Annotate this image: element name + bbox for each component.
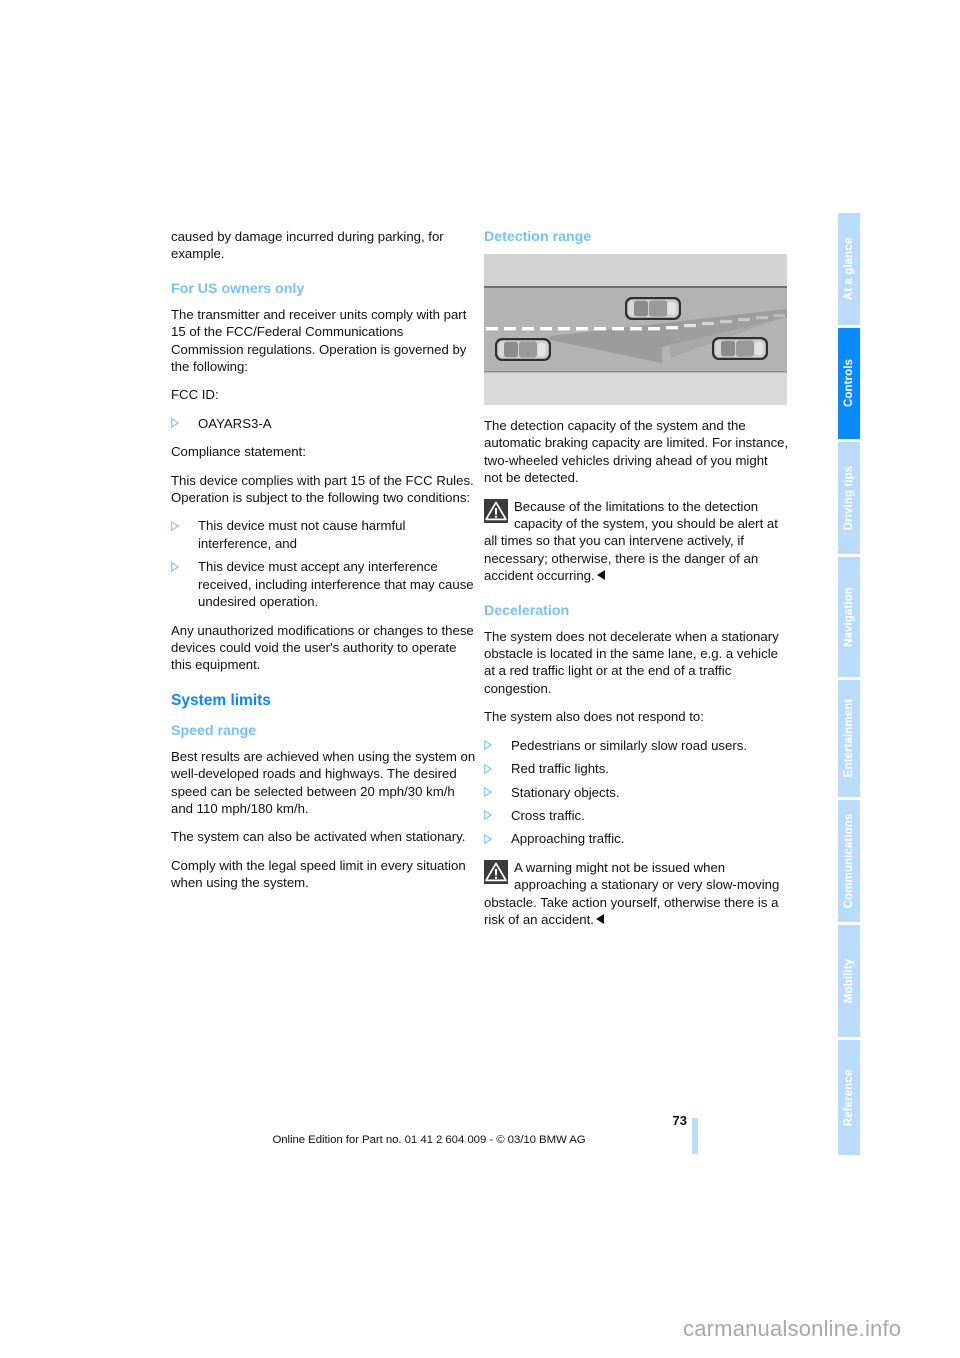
right-text-column: Detection range The detection capacity o… [484, 228, 789, 939]
warning-note-2: A warning might not be issued when appro… [484, 859, 789, 929]
sidebar-tab-label: Entertainment [843, 699, 855, 778]
sidebar-tab-controls[interactable]: Controls [838, 327, 860, 440]
list-item: This device must accept any interference… [171, 558, 476, 610]
list-item-label: This device must not cause harmful inter… [198, 518, 406, 551]
list-item: Pedestrians or similarly slow road users… [484, 737, 789, 754]
sidebar-tab-label: Controls [843, 359, 855, 408]
sidebar-tab-navigation[interactable]: Navigation [838, 556, 860, 677]
triangle-bullet-icon [171, 561, 179, 572]
note-end-marker [596, 570, 605, 581]
sidebar-tab-driving-tips[interactable]: Driving tips [838, 442, 860, 554]
vehicle-left [495, 338, 551, 361]
us-owners-paragraph: The transmitter and receiver units compl… [171, 306, 467, 375]
list-item-label: This device must accept any interference… [198, 559, 474, 610]
list-item: Approaching traffic. [484, 830, 789, 847]
deceleration-paragraph-1: The system does not decelerate when a st… [484, 628, 779, 696]
list-item-label: Cross traffic. [511, 807, 585, 823]
conditions-list: This device must not cause harmful inter… [171, 517, 476, 610]
heading-system-limits: System limits [171, 691, 271, 709]
list-item: OAYARS3-A [171, 415, 476, 432]
chapter-sidebar: At a glance Controls Driving tips Naviga… [838, 213, 860, 1158]
deceleration-paragraph-2: The system also does not respond to: [484, 709, 704, 725]
intro-paragraph: caused by damage incurred during parking… [171, 229, 444, 262]
warning-note-text: A warning might not be issued when appro… [484, 859, 780, 927]
sidebar-tab-at-a-glance[interactable]: At a glance [838, 213, 860, 325]
manual-page: At a glance Controls Driving tips Naviga… [0, 0, 960, 1358]
sidebar-tab-communications[interactable]: Communications [838, 800, 860, 922]
warning-triangle-icon [484, 859, 508, 884]
triangle-bullet-icon [484, 810, 492, 821]
list-item-label: Stationary objects. [511, 784, 620, 800]
vehicle-right [712, 337, 768, 360]
unauthorized-modifications-paragraph: Any unauthorized modifications or change… [171, 622, 474, 673]
left-text-column: caused by damage incurred during parking… [171, 228, 476, 903]
speed-range-paragraph-2: The system can also be activated when st… [171, 829, 466, 845]
list-item-label: Pedestrians or similarly slow road users… [511, 737, 747, 753]
sidebar-tab-label: At a glance [843, 237, 855, 301]
list-item-label: OAYARS3-A [198, 415, 272, 431]
triangle-bullet-icon [484, 787, 492, 797]
warning-note-text: Because of the limitations to the detect… [484, 498, 778, 584]
sidebar-tab-label: Communications [843, 813, 855, 909]
fcc-id-list: OAYARS3-A [171, 415, 476, 432]
sidebar-tab-mobility[interactable]: Mobility [838, 924, 860, 1038]
triangle-bullet-icon [171, 418, 179, 429]
list-item: Cross traffic. [484, 807, 789, 824]
compliance-paragraph: This device complies with part 15 of the… [171, 472, 474, 506]
warning-triangle-icon [484, 498, 508, 523]
no-response-list: Pedestrians or similarly slow road users… [484, 737, 789, 848]
site-watermark: carmanualsonline.info [683, 1316, 902, 1341]
fcc-id-label: FCC ID: [171, 387, 219, 403]
sidebar-tab-entertainment[interactable]: Entertainment [838, 679, 860, 798]
heading-speed-range: Speed range [171, 722, 257, 739]
triangle-bullet-icon [484, 740, 492, 751]
speed-range-paragraph-3: Comply with the legal speed limit in eve… [171, 857, 466, 891]
list-item: Stationary objects. [484, 784, 789, 801]
heading-deceleration: Deceleration [484, 602, 570, 619]
sidebar-tab-label: Reference [843, 1069, 855, 1126]
sidebar-tab-reference[interactable]: Reference [838, 1040, 860, 1156]
note-end-marker [595, 913, 604, 924]
triangle-bullet-icon [171, 520, 179, 531]
page-number: 73 [672, 1113, 687, 1128]
list-item: This device must not cause harmful inter… [171, 517, 476, 552]
list-item-label: Approaching traffic. [511, 831, 625, 847]
imprint-line: Online Edition for Part no. 01 41 2 604 … [272, 1134, 586, 1146]
speed-range-paragraph-1: Best results are achieved when using the… [171, 748, 476, 816]
vehicle-center [625, 297, 681, 320]
warning-note-1: Because of the limitations to the detect… [484, 498, 789, 585]
compliance-statement-label: Compliance statement: [171, 444, 306, 460]
detection-range-figure [484, 254, 787, 405]
list-item: Red traffic lights. [484, 760, 789, 777]
sidebar-tab-label: Navigation [843, 586, 855, 647]
detection-range-diagram [484, 254, 787, 405]
heading-detection-range: Detection range [484, 229, 592, 245]
heading-for-us-owners-only: For US owners only [171, 280, 305, 297]
detection-capacity-paragraph: The detection capacity of the system and… [484, 418, 789, 486]
sidebar-tab-label: Mobility [843, 958, 855, 1004]
list-item-label: Red traffic lights. [511, 761, 609, 777]
triangle-bullet-icon [484, 833, 492, 844]
sidebar-tab-label: Driving tips [843, 465, 855, 531]
triangle-bullet-icon [484, 763, 492, 774]
page-edge-marker [692, 1118, 698, 1154]
